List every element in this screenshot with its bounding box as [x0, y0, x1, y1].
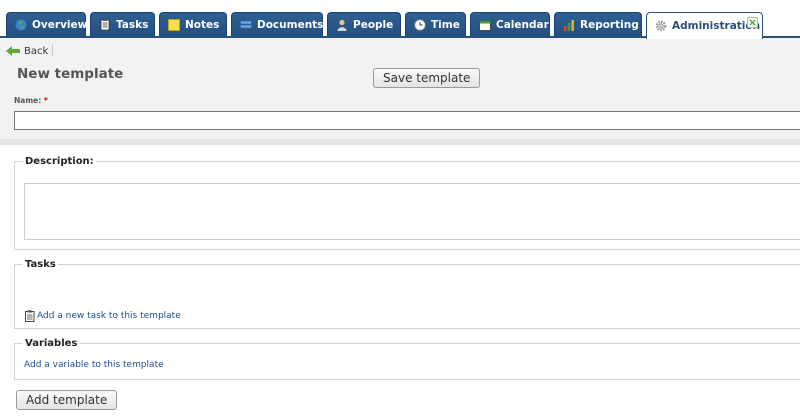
back-arrow-icon — [6, 46, 20, 56]
tab-time[interactable]: Time — [405, 12, 466, 36]
tab-label: Tasks — [116, 18, 149, 31]
variables-section: Variables Add a variable to this templat… — [14, 338, 800, 380]
tab-label: Calendar — [496, 18, 549, 31]
name-label-text: Name: — [14, 96, 42, 105]
tasks-legend: Tasks — [25, 259, 56, 270]
tab-tasks[interactable]: Tasks — [90, 12, 155, 36]
tab-label: People — [353, 18, 394, 31]
toolbar-divider — [52, 44, 53, 56]
add-task-link[interactable]: Add a new task to this template — [24, 310, 181, 322]
tab-documents[interactable]: Documents — [231, 12, 323, 36]
save-template-button[interactable]: Save template — [373, 68, 481, 88]
task-list-icon — [99, 18, 111, 31]
description-legend: Description: — [25, 156, 94, 167]
module-tab-bar: Overview Tasks Notes Documents People Ti… — [0, 0, 800, 39]
description-section: Description: — [14, 156, 800, 250]
note-icon — [168, 18, 180, 31]
variables-legend: Variables — [25, 338, 78, 349]
name-field-label: Name: * — [14, 96, 48, 105]
required-marker: * — [43, 96, 48, 105]
back-label: Back — [24, 45, 49, 57]
tab-reporting[interactable]: Reporting — [554, 12, 642, 36]
task-clipboard-icon — [25, 310, 35, 322]
tab-label: Notes — [185, 18, 220, 31]
add-variable-link[interactable]: Add a variable to this template — [24, 360, 164, 370]
header-divider — [0, 139, 800, 145]
template-header-panel: Back New template Save template Name: * — [0, 38, 800, 139]
tab-overview[interactable]: Overview — [6, 12, 88, 36]
back-link[interactable]: Back — [6, 42, 48, 60]
page-title: New template — [17, 66, 124, 82]
description-textarea[interactable] — [24, 183, 800, 240]
tab-label: Overview — [32, 18, 88, 31]
document-stack-icon — [240, 19, 252, 31]
tab-notes[interactable]: Notes — [159, 12, 227, 36]
tab-label: Time — [431, 18, 460, 31]
tab-label: Reporting — [580, 18, 639, 31]
tasks-section: Tasks Add a new task to this template — [14, 259, 800, 329]
gear-icon — [655, 20, 667, 32]
tab-administration[interactable]: Administration — [646, 12, 763, 39]
add-task-label: Add a new task to this template — [37, 311, 181, 321]
add-template-button[interactable]: Add template — [16, 390, 118, 410]
close-tab-icon[interactable] — [747, 17, 758, 28]
template-name-input[interactable] — [14, 111, 800, 130]
tab-label: Documents — [257, 18, 324, 31]
tab-people[interactable]: People — [327, 12, 401, 36]
globe-icon — [15, 19, 27, 31]
person-icon — [336, 19, 348, 31]
clock-icon — [414, 18, 426, 31]
tab-calendar[interactable]: Calendar — [470, 12, 550, 36]
bar-chart-icon — [563, 19, 575, 31]
calendar-icon — [479, 19, 491, 31]
